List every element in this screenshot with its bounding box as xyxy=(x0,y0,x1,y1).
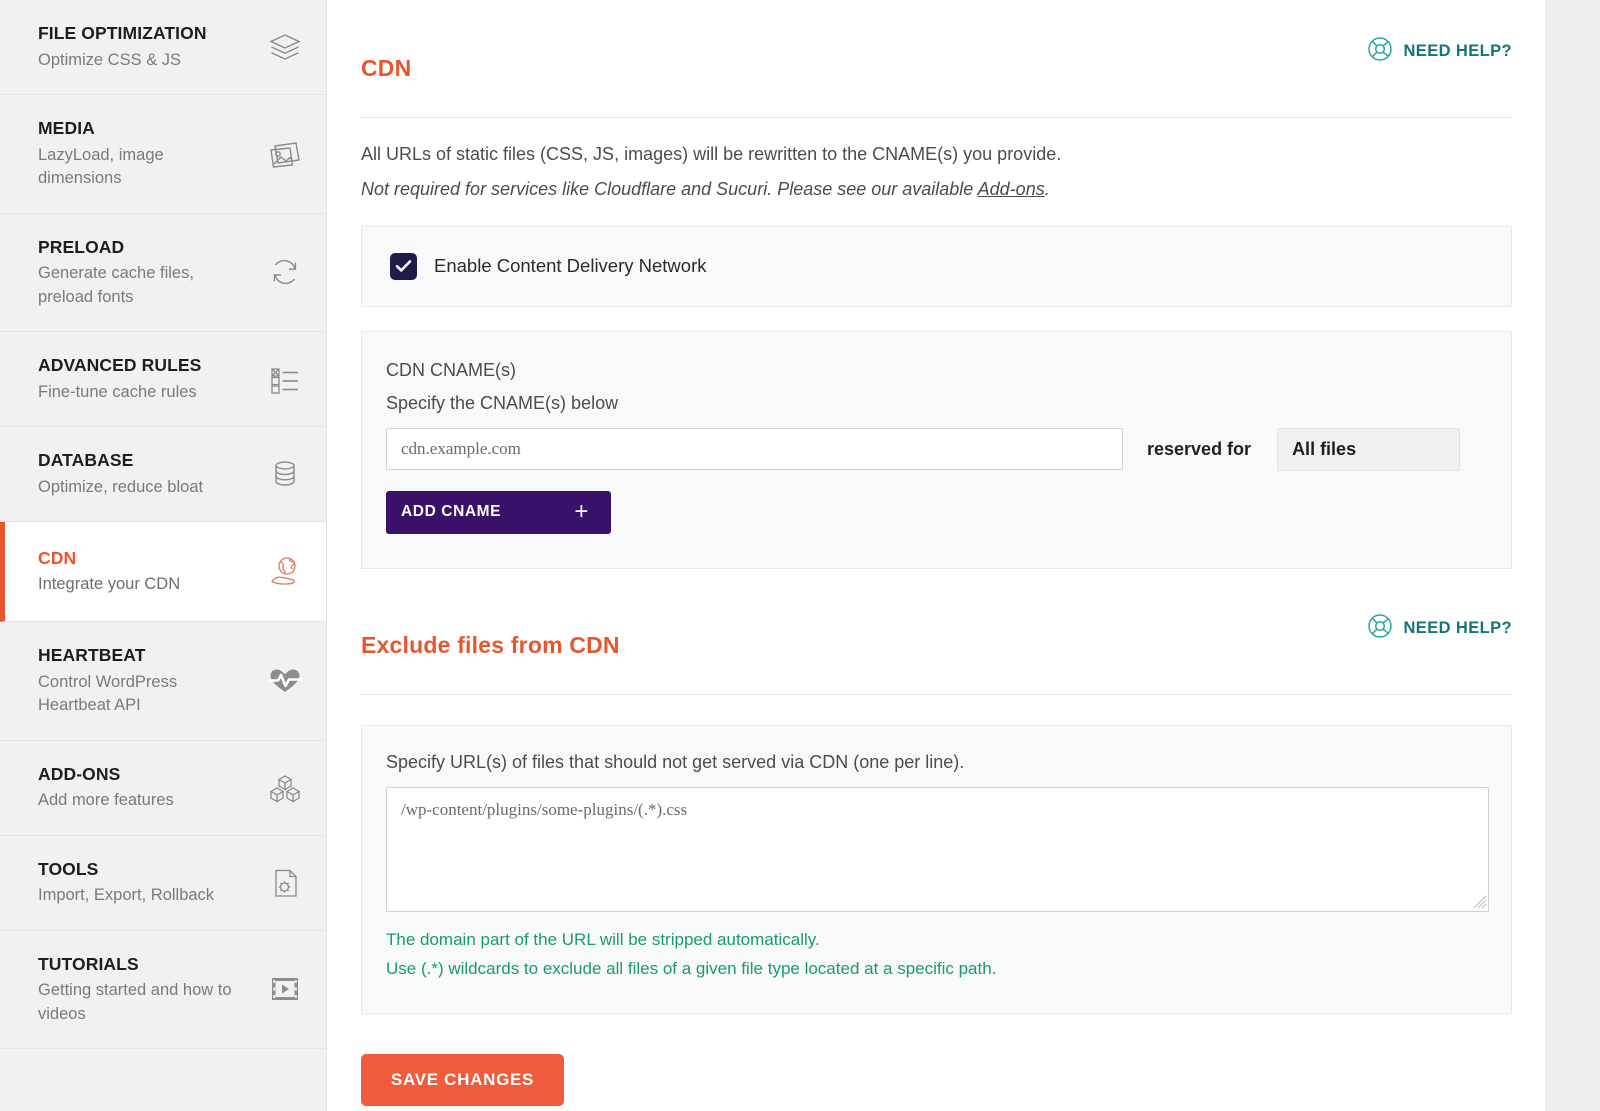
sidebar-item-desc: Add more features xyxy=(38,791,174,810)
globe-hand-icon xyxy=(262,556,308,588)
refresh-icon xyxy=(262,257,308,287)
sidebar-item-desc: Getting started and how to videos xyxy=(38,981,232,1023)
heart-pulse-icon xyxy=(262,666,308,696)
sidebar-item-title: FILE OPTIMIZATION xyxy=(38,23,207,43)
cname-field-label: CDN CNAME(s) xyxy=(386,359,516,380)
need-help-label: NEED HELP? xyxy=(1403,42,1512,60)
images-icon xyxy=(262,139,308,169)
checklist-icon xyxy=(262,364,308,394)
exclude-description: Specify URL(s) of files that should not … xyxy=(386,751,965,772)
exclude-hint-1: The domain part of the URL will be strip… xyxy=(386,929,820,949)
sidebar-item-desc: Optimize, reduce bloat xyxy=(38,477,204,496)
main-content: CDN NEED HELP? All URLs of static files … xyxy=(327,0,1600,1111)
database-icon xyxy=(262,459,308,489)
exclude-textarea[interactable] xyxy=(386,786,1489,912)
sidebar-nav: FILE OPTIMIZATION Optimize CSS & JS MEDI… xyxy=(0,0,327,1111)
cdn-intro-line-2-text: Not required for services like Cloudflar… xyxy=(361,178,978,199)
enable-cdn-panel: Enable Content Delivery Network xyxy=(361,225,1512,307)
sidebar-item-preload[interactable]: PRELOAD Generate cache files, preload fo… xyxy=(0,214,326,332)
exclude-section: Exclude files from CDN NEED HELP? Specif… xyxy=(361,611,1512,1106)
video-icon xyxy=(262,976,308,1002)
add-ons-link[interactable]: Add-ons xyxy=(978,179,1045,199)
cname-input-row: reserved for All files xyxy=(386,427,1483,471)
cdn-section-header: CDN NEED HELP? xyxy=(361,34,1512,109)
exclude-panel: Specify URL(s) of files that should not … xyxy=(361,724,1512,1014)
sidebar-item-desc: LazyLoad, image dimensions xyxy=(38,145,164,188)
sidebar-item-file-optimization[interactable]: FILE OPTIMIZATION Optimize CSS & JS xyxy=(0,0,326,96)
sidebar-item-title: MEDIA xyxy=(38,118,95,139)
section-divider xyxy=(361,117,1512,119)
sidebar-item-title: HEARTBEAT xyxy=(38,645,146,666)
exclude-section-title: Exclude files from CDN xyxy=(361,631,620,658)
sidebar-item-title: PRELOAD xyxy=(38,236,125,257)
sidebar-item-title: TOOLS xyxy=(38,858,99,879)
plus-icon: + xyxy=(574,498,589,526)
enable-cdn-row[interactable]: Enable Content Delivery Network xyxy=(390,252,1483,280)
layers-icon xyxy=(262,32,308,62)
sidebar-item-title: ADVANCED RULES xyxy=(38,354,202,375)
exclude-section-header: Exclude files from CDN NEED HELP? xyxy=(361,611,1512,686)
add-cname-button[interactable]: ADD CNAME + xyxy=(386,490,611,534)
sidebar-item-desc: Integrate your CDN xyxy=(38,575,181,594)
sidebar-item-desc: Generate cache files, preload fonts xyxy=(38,264,194,306)
cdn-section: CDN NEED HELP? All URLs of static files … xyxy=(361,34,1512,569)
exclude-hint-2: Use (.*) wildcards to exclude all files … xyxy=(386,959,997,979)
cname-field-sub: Specify the CNAME(s) below xyxy=(386,392,619,413)
blocks-icon xyxy=(262,773,308,803)
need-help-link-exclude[interactable]: NEED HELP? xyxy=(1367,611,1512,644)
add-cname-label: ADD CNAME xyxy=(401,503,502,521)
sidebar-item-advanced-rules[interactable]: ADVANCED RULES Fine-tune cache rules xyxy=(0,332,326,428)
cdn-intro: All URLs of static files (CSS, JS, image… xyxy=(361,140,1512,204)
sidebar-item-heartbeat[interactable]: HEARTBEAT Control WordPress Heartbeat AP… xyxy=(0,622,326,741)
sidebar-item-desc: Import, Export, Rollback xyxy=(38,886,215,905)
sidebar-item-media[interactable]: MEDIA LazyLoad, image dimensions xyxy=(0,95,326,214)
page-title: CDN xyxy=(361,55,412,82)
sidebar-item-desc: Control WordPress Heartbeat API xyxy=(38,672,178,715)
cdn-intro-line-2-suffix: . xyxy=(1044,178,1050,199)
need-help-link-cdn[interactable]: NEED HELP? xyxy=(1367,34,1512,67)
sidebar-item-desc: Optimize CSS & JS xyxy=(38,50,182,69)
lifebuoy-icon xyxy=(1367,36,1393,67)
exclude-textarea-wrap xyxy=(386,786,1489,912)
cdn-cname-panel: CDN CNAME(s) Specify the CNAME(s) below … xyxy=(361,330,1512,569)
sidebar-item-title: DATABASE xyxy=(38,450,134,471)
lifebuoy-icon xyxy=(1367,613,1393,644)
sidebar-item-cdn[interactable]: CDN Integrate your CDN xyxy=(0,522,326,623)
sidebar-item-desc: Fine-tune cache rules xyxy=(38,382,197,401)
cdn-intro-line-1: All URLs of static files (CSS, JS, image… xyxy=(361,144,1062,165)
sidebar-item-title: ADD-ONS xyxy=(38,763,121,784)
sidebar-item-tools[interactable]: TOOLS Import, Export, Rollback xyxy=(0,836,326,931)
file-gear-icon xyxy=(262,868,308,898)
cdn-intro-line-2: Not required for services like Cloudflar… xyxy=(361,175,1512,204)
sidebar-item-title: TUTORIALS xyxy=(38,953,139,974)
sidebar-item-tutorials[interactable]: TUTORIALS Getting started and how to vid… xyxy=(0,931,326,1050)
sidebar-item-database[interactable]: DATABASE Optimize, reduce bloat xyxy=(0,427,326,523)
enable-cdn-checkbox[interactable] xyxy=(390,252,417,280)
save-changes-button[interactable]: SAVE CHANGES xyxy=(361,1053,564,1106)
reserved-for-label: reserved for xyxy=(1147,438,1252,459)
page-right-margin xyxy=(1545,0,1600,1111)
section-divider xyxy=(361,693,1512,695)
cname-input[interactable] xyxy=(386,428,1123,471)
plugin-settings-page: FILE OPTIMIZATION Optimize CSS & JS MEDI… xyxy=(0,0,1600,1111)
reserved-for-select[interactable]: All files xyxy=(1277,427,1461,471)
sidebar-item-title: CDN xyxy=(38,547,77,568)
enable-cdn-label: Enable Content Delivery Network xyxy=(434,255,707,277)
need-help-label: NEED HELP? xyxy=(1403,618,1512,637)
sidebar-item-add-ons[interactable]: ADD-ONS Add more features xyxy=(0,741,326,836)
